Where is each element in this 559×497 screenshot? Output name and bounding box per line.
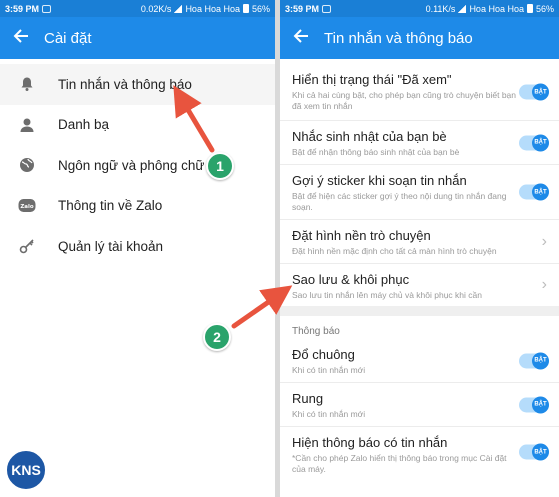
setting-subtitle: Bật để hiện các sticker gợi ý theo nội d… (292, 191, 507, 212)
setting-title: Sao lưu & khôi phục (292, 272, 410, 287)
bell-icon (18, 75, 36, 93)
globe-icon (18, 156, 36, 174)
setting-title: Rung (292, 391, 324, 406)
setting-subtitle: Khi có tin nhắn mới (292, 365, 366, 375)
setting-subtitle: Khi có tin nhắn mới (292, 409, 366, 419)
network-speed: 0.11K/s (425, 3, 456, 14)
status-time: 3:59 PM (285, 3, 320, 14)
messages-notifications-screen: 3:59 PM 0.11K/s Hoa Hoa Hoa 56% Tin nhắn… (280, 0, 559, 497)
carrier-name: Hoa Hoa Hoa (469, 3, 524, 14)
arrow-back-icon[interactable] (292, 27, 310, 49)
menu-item-label: Ngôn ngữ và phông chữ (58, 157, 205, 173)
app-bar: Tin nhắn và thông báo (280, 17, 559, 59)
status-bar: 3:59 PM 0.02K/s Hoa Hoa Hoa 56% (0, 0, 275, 17)
setting-ringtone[interactable]: Đổ chuông Khi có tin nhắn mới BẬT (280, 339, 559, 383)
step-badge-1: 1 (206, 152, 234, 180)
battery-icon (242, 4, 249, 13)
setting-message-notification[interactable]: Hiện thông báo có tin nhắn *Cần cho phép… (280, 427, 559, 477)
setting-title: Đổ chuông (292, 347, 355, 362)
setting-title: Hiển thị trạng thái "Đã xem" (292, 72, 452, 87)
toggle-state: BẬT (532, 352, 549, 369)
status-bar: 3:59 PM 0.11K/s Hoa Hoa Hoa 56% (280, 0, 559, 17)
setting-title: Gợi ý sticker khi soạn tin nhắn (292, 173, 467, 188)
menu-item-about-zalo[interactable]: Zalo Thông tin về Zalo (0, 186, 275, 227)
setting-vibrate[interactable]: Rung Khi có tin nhắn mới BẬT (280, 383, 559, 427)
carrier-name: Hoa Hoa Hoa (185, 3, 240, 14)
battery-icon (526, 4, 533, 13)
chevron-right-icon: › (541, 232, 547, 250)
section-title-notifications: Thông báo (292, 326, 340, 337)
toggle-state: BẬT (532, 396, 549, 413)
setting-title: Nhắc sinh nhật của bạn bè (292, 129, 447, 144)
setting-subtitle: Bật để nhận thông báo sinh nhật của bạn … (292, 147, 460, 157)
message-notification-toggle[interactable]: BẬT (519, 443, 549, 461)
setting-subtitle: *Cần cho phép Zalo hiển thị thông báo tr… (292, 453, 507, 474)
setting-subtitle: Khi cả hai cùng bật, cho phép bạn cũng t… (292, 90, 516, 111)
menu-item-label: Quản lý tài khoản (58, 238, 164, 254)
battery-level: 56% (251, 3, 270, 14)
key-icon (18, 237, 36, 255)
menu-item-contacts[interactable]: Danh bạ (0, 105, 275, 146)
person-icon (18, 116, 36, 134)
chevron-right-icon: › (541, 276, 547, 293)
settings-list: Hiển thị trạng thái "Đã xem" Khi cả hai … (280, 64, 559, 477)
setting-title: Đặt hình nền trò chuyện (292, 228, 431, 243)
toggle-state: BẬT (532, 83, 549, 101)
network-speed: 0.02K/s (140, 3, 172, 14)
setting-seen-status[interactable]: Hiển thị trạng thái "Đã xem" Khi cả hai … (280, 64, 559, 121)
step-badge-2: 2 (203, 323, 231, 351)
toggle-state: BẬT (532, 134, 549, 151)
setting-subtitle: Sao lưu tin nhắn lên máy chủ và khôi phụ… (292, 290, 482, 300)
setting-chat-wallpaper[interactable]: Đặt hình nền trò chuyện Đặt hình nền mặc… (280, 220, 559, 264)
ringtone-toggle[interactable]: BẬT (519, 352, 549, 369)
battery-level: 56% (535, 3, 554, 14)
status-time: 3:59 PM (5, 3, 40, 14)
setting-title: Hiện thông báo có tin nhắn (292, 435, 448, 450)
notification-icon (42, 4, 52, 13)
sticker-toggle[interactable]: BẬT (519, 183, 549, 201)
wifi-icon (458, 4, 467, 13)
page-title: Cài đặt (44, 29, 92, 47)
setting-sticker-suggestion[interactable]: Gợi ý sticker khi soạn tin nhắn Bật để h… (280, 165, 559, 220)
svg-text:Zalo: Zalo (20, 204, 34, 210)
page-title: Tin nhắn và thông báo (324, 29, 473, 47)
setting-subtitle: Đặt hình nền mặc định cho tất cả màn hìn… (292, 246, 497, 256)
menu-item-label: Tin nhắn và thông báo (58, 76, 192, 92)
notification-icon (322, 4, 332, 13)
menu-item-account-management[interactable]: Quản lý tài khoản (0, 226, 275, 267)
seen-status-toggle[interactable]: BẬT (519, 83, 549, 101)
toggle-state: BẬT (532, 443, 549, 461)
setting-backup-restore[interactable]: Sao lưu & khôi phục Sao lưu tin nhắn lên… (280, 264, 559, 306)
vibrate-toggle[interactable]: BẬT (519, 396, 549, 413)
arrow-back-icon[interactable] (12, 27, 30, 49)
wifi-icon (174, 4, 183, 13)
setting-birthday-reminder[interactable]: Nhắc sinh nhật của bạn bè Bật để nhận th… (280, 121, 559, 165)
menu-item-label: Thông tin về Zalo (58, 198, 163, 214)
menu-item-label: Danh bạ (58, 117, 110, 133)
zalo-icon: Zalo (18, 197, 36, 215)
settings-screen: 3:59 PM 0.02K/s Hoa Hoa Hoa 56% Cài đặt … (0, 0, 275, 497)
birthday-toggle[interactable]: BẬT (519, 134, 549, 151)
toggle-state: BẬT (532, 183, 549, 201)
app-bar: Cài đặt (0, 17, 275, 59)
kns-logo: KNS (5, 449, 47, 491)
menu-item-messages-notifications[interactable]: Tin nhắn và thông báo (0, 64, 275, 105)
section-divider (280, 306, 559, 316)
